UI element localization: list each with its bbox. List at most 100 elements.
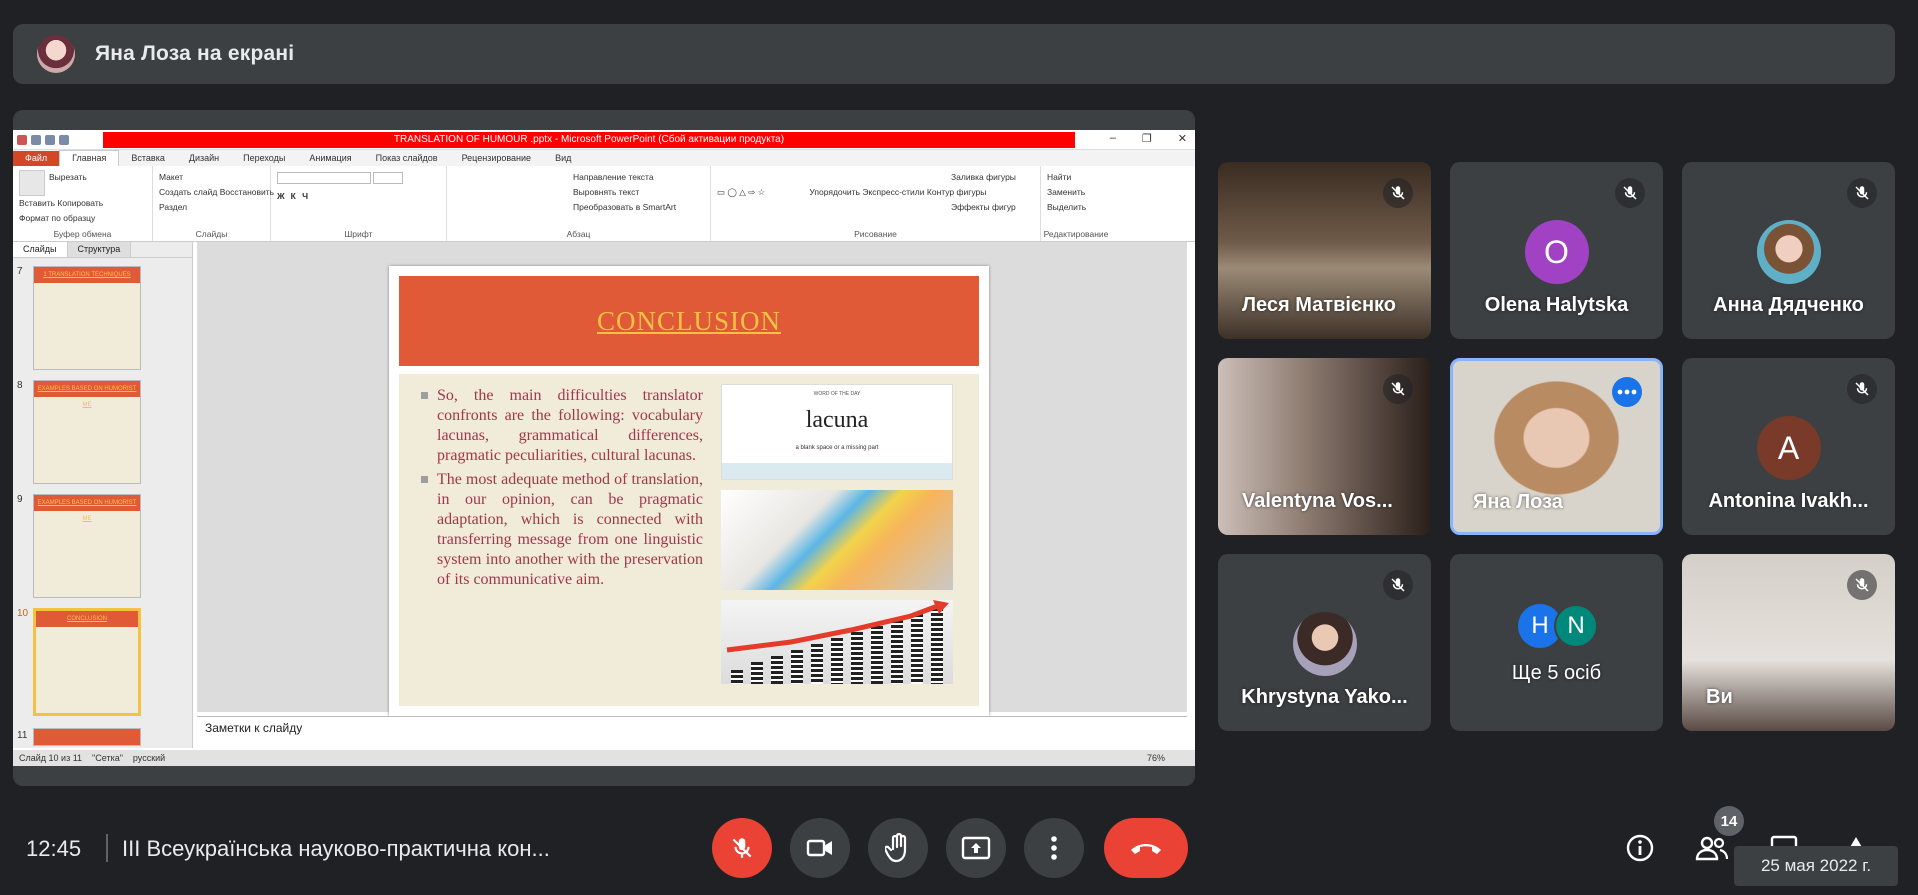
slide-thumbnail[interactable]: EXAMPLES BASED ON HUMORIST ME	[33, 494, 141, 598]
participant-tile-active-speaker[interactable]: Яна Лоза	[1450, 358, 1663, 535]
ribbon: Вырезать Вставить Копировать Формат по о…	[13, 166, 1195, 242]
section-button[interactable]: Раздел	[159, 202, 187, 212]
thumb-title	[34, 729, 140, 745]
format-painter-button[interactable]: Формат по образцу	[19, 213, 95, 223]
paste-button[interactable]: Вставить	[19, 198, 55, 208]
thumb-number: 7	[17, 266, 23, 277]
tab-view[interactable]: Вид	[543, 151, 583, 166]
smartart-button[interactable]: Преобразовать в SmartArt	[573, 202, 676, 212]
participant-tile[interactable]: Khrystyna Yako...	[1218, 554, 1431, 731]
participant-tile-self[interactable]: Ви	[1682, 554, 1895, 731]
tab-animation[interactable]: Анимация	[297, 151, 363, 166]
restore-icon[interactable]: ❐	[1142, 132, 1152, 145]
info-icon	[1626, 834, 1654, 862]
slide-thumbnail[interactable]: EXAMPLES BASED ON HUMORIST ME	[33, 380, 141, 484]
present-icon	[961, 836, 991, 860]
mic-off-icon	[1383, 178, 1413, 208]
participant-name: Antonina Ivakh...	[1708, 490, 1869, 512]
tab-slides[interactable]: Слайды	[13, 242, 68, 257]
reset-button[interactable]: Восстановить	[220, 187, 274, 197]
image-word: lacuna	[805, 407, 869, 433]
participant-tile[interactable]: Леся Матвієнко	[1218, 162, 1431, 339]
participant-name: Olena Halytska	[1484, 294, 1629, 316]
minimize-icon[interactable]: –	[1110, 132, 1116, 145]
slide-thumbnail-selected[interactable]: CONCLUSION	[33, 608, 141, 716]
group-label: Рисование	[854, 229, 897, 239]
image-definition: a blank space or a missing part	[795, 445, 879, 451]
current-slide[interactable]: CONCLUSION So, the main difficulties tra…	[389, 266, 989, 716]
participant-tile[interactable]: O Olena Halytska	[1450, 162, 1663, 339]
text-direction-button[interactable]: Направление текста	[573, 172, 654, 182]
slide-thumbnail[interactable]: 1 TRANSLATION TECHNIQUES	[33, 266, 141, 370]
more-options-icon[interactable]	[1612, 377, 1642, 407]
shape-fill-button[interactable]: Заливка фигуры	[951, 172, 1016, 182]
save-icon[interactable]	[31, 134, 41, 145]
paste-icon[interactable]	[19, 170, 45, 196]
tab-transitions[interactable]: Переходы	[231, 151, 297, 166]
slides-pane: Слайды Структура 7 1 TRANSLATION TECHNIQU…	[13, 242, 193, 748]
group-label: Буфер обмена	[53, 229, 112, 239]
cut-button[interactable]: Вырезать	[49, 172, 87, 182]
tab-insert[interactable]: Вставка	[119, 151, 176, 166]
avatar	[1756, 220, 1821, 284]
date-tooltip: 25 мая 2022 г.	[1734, 846, 1898, 886]
participant-name: Леся Матвієнко	[1242, 294, 1397, 316]
avatar	[1292, 612, 1357, 676]
replace-button[interactable]: Заменить	[1047, 187, 1085, 197]
camera-toggle-button[interactable]	[790, 818, 850, 878]
tab-file[interactable]: Файл	[13, 151, 60, 166]
select-button[interactable]: Выделить	[1047, 202, 1086, 212]
avatar: O	[1524, 220, 1589, 284]
redo-icon[interactable]	[59, 134, 69, 145]
shared-screen[interactable]: TRANSLATION OF HUMOUR .pptx - Microsoft …	[13, 110, 1195, 786]
notes-field[interactable]: Заметки к слайду	[197, 716, 1187, 740]
tab-review[interactable]: Рецензирование	[450, 151, 544, 166]
sticky-notes-image	[721, 490, 953, 590]
participant-name: Ще 5 осіб	[1511, 662, 1602, 684]
new-slide-button[interactable]: Создать слайд	[159, 187, 217, 197]
font-format-icons[interactable]: ЖКЧ	[277, 189, 440, 204]
tab-design[interactable]: Дизайн	[177, 151, 231, 166]
leave-call-button[interactable]	[1104, 818, 1188, 878]
align-text-button[interactable]: Выровнять текст	[573, 187, 639, 197]
arrange-button[interactable]: Упорядочить	[809, 187, 860, 197]
slide-thumbnail[interactable]	[33, 728, 141, 746]
quick-access-toolbar	[13, 134, 69, 145]
presenter-avatar	[37, 35, 75, 73]
font-size-select[interactable]	[373, 172, 404, 184]
shapes-gallery[interactable]: ▭ ◯ △ ⇨ ☆	[717, 185, 807, 200]
group-label: Шрифт	[344, 229, 373, 239]
tab-slideshow[interactable]: Показ слайдов	[364, 151, 450, 166]
participant-tile[interactable]: Valentyna Vos...	[1218, 358, 1431, 535]
participant-tile[interactable]: Анна Дядченко	[1682, 162, 1895, 339]
meeting-title: ІІІ Всеукраїнська науково-практична кон.…	[122, 836, 550, 861]
growth-chart-image	[721, 600, 953, 684]
quick-styles-button[interactable]: Экспресс-стили	[862, 187, 924, 197]
window-controls: – ❐ ✕	[1110, 132, 1187, 145]
undo-icon[interactable]	[45, 134, 55, 145]
participant-tile-more[interactable]: H N Ще 5 осіб	[1450, 554, 1663, 731]
thumb-title: 1 TRANSLATION TECHNIQUES	[34, 267, 140, 283]
zoom-level[interactable]: 76%	[1147, 753, 1165, 763]
participant-tile[interactable]: A Antonina Ivakh...	[1682, 358, 1895, 535]
tab-home[interactable]: Главная	[59, 150, 120, 166]
slide-counter: Слайд 10 из 11	[19, 753, 83, 763]
font-name-select[interactable]	[277, 172, 371, 184]
raise-hand-button[interactable]	[868, 818, 928, 878]
present-screen-button[interactable]	[946, 818, 1006, 878]
avatar: N	[1554, 604, 1598, 648]
mic-toggle-button[interactable]	[712, 818, 772, 878]
find-button[interactable]: Найти	[1047, 172, 1071, 182]
shape-outline-button[interactable]: Контур фигуры	[927, 187, 986, 197]
tab-outline[interactable]: Структура	[67, 242, 132, 257]
shape-effects-button[interactable]: Эффекты фигур	[951, 202, 1016, 212]
people-count-badge: 14	[1714, 806, 1744, 836]
presenter-label: Яна Лоза на екрані	[95, 42, 295, 65]
pane-tabs: Слайды Структура	[13, 242, 192, 258]
meeting-info-button[interactable]	[1618, 826, 1662, 870]
more-options-button[interactable]	[1024, 818, 1084, 878]
close-icon[interactable]: ✕	[1178, 132, 1187, 145]
mic-off-icon	[1847, 374, 1877, 404]
layout-button[interactable]: Макет	[159, 172, 183, 182]
copy-button[interactable]: Копировать	[57, 198, 103, 208]
